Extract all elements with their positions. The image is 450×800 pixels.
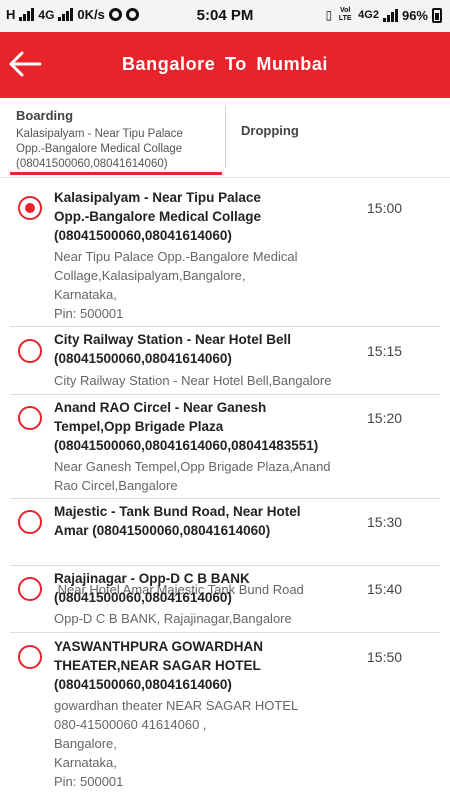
battery-percent: 96% xyxy=(401,7,428,23)
point-time: 15:50 xyxy=(367,649,403,665)
point-address-line: Near Tipu Palace Opp.-Bangalore Medical xyxy=(54,249,298,264)
tab-boarding-selected-line-3: (08041500060,08041614060) xyxy=(16,158,168,170)
point-name-line: City Railway Station - Near Hotel Bell xyxy=(54,332,292,347)
boarding-point-item[interactable]: City Railway Station - Near Hotel Bell (… xyxy=(0,327,450,394)
point-name-line: (08041500060,08041614060) xyxy=(54,228,232,243)
boarding-point-item[interactable]: Anand RAO Circel - Near Ganesh Tempel,Op… xyxy=(0,395,450,498)
point-address-line: Bangalore, xyxy=(54,736,117,751)
point-name-line: (08041500060,08041614060) xyxy=(54,590,232,605)
tab-divider xyxy=(225,106,226,168)
battery-icon xyxy=(432,7,442,23)
radio-button[interactable] xyxy=(18,510,42,534)
point-name-line: YASWANTHPURA GOWARDHAN xyxy=(54,639,264,654)
point-address-line: Opp-D C B BANK, Rajajinagar,Bangalore xyxy=(54,611,292,626)
point-name: Anand RAO Circel - Near Ganesh Tempel,Op… xyxy=(54,398,364,455)
point-time: 15:30 xyxy=(367,514,403,530)
tab-boarding-selected-line-2: Opp.-Bangalore Medical Collage xyxy=(16,143,183,155)
point-tabs: Boarding Kalasipalyam - Near Tipu Palace… xyxy=(0,98,450,178)
radio-button[interactable] xyxy=(18,339,42,363)
point-address: Near Tipu Palace Opp.-Bangalore Medical … xyxy=(54,247,359,323)
point-time: 15:15 xyxy=(367,343,403,359)
point-name-line: (08041500060,08041614060) xyxy=(54,351,232,366)
point-time: 15:20 xyxy=(367,410,403,426)
point-address-line: Pin: 500001 xyxy=(54,306,124,321)
volte-label: Vol LTE xyxy=(338,7,352,22)
point-name-line: Majestic - Tank Bund Road, Near Hotel xyxy=(54,504,301,519)
app-toolbar: Bangalore To Mumbai xyxy=(0,32,450,98)
radio-button[interactable] xyxy=(18,577,42,601)
point-address-line: Pin: 500001 xyxy=(54,774,124,789)
tab-boarding[interactable]: Boarding Kalasipalyam - Near Tipu Palace… xyxy=(0,98,225,174)
boarding-point-item[interactable]: YASWANTHPURA GOWARDHAN THEATER,NEAR SAGA… xyxy=(0,633,450,800)
boarding-point-item[interactable]: Kalasipalyam - Near Tipu Palace Opp.-Ban… xyxy=(0,179,450,326)
point-address: gowardhan theater NEAR SAGAR HOTEL 080-4… xyxy=(54,696,359,791)
signal-icon-3 xyxy=(382,8,398,22)
point-name: Rajajinagar - Opp-D C B BANK (0804150006… xyxy=(54,569,354,607)
point-name-line: THEATER,NEAR SAGAR HOTEL xyxy=(54,658,261,673)
point-address-line: Karnataka, xyxy=(54,755,117,770)
status-bar: H 4G 0K/s 5:04 PM ▯ Vol LTE 4G2 96% xyxy=(0,0,450,32)
point-address-line: 080-41500060 41614060 , xyxy=(54,717,207,732)
point-address: Near Ganesh Tempel,Opp Brigade Plaza,Ana… xyxy=(54,457,359,495)
point-time: 15:00 xyxy=(367,200,403,216)
tab-boarding-label: Boarding xyxy=(16,108,74,123)
radio-button-selected[interactable] xyxy=(18,196,42,220)
point-name-line: Tempel,Opp Brigade Plaza xyxy=(54,419,224,434)
route-title: Bangalore To Mumbai xyxy=(121,54,329,74)
status-right: ▯ Vol LTE 4G2 96% xyxy=(326,7,442,23)
point-name-line: Amar (08041500060,08041614060) xyxy=(54,523,271,538)
point-name-line: Anand RAO Circel - Near Ganesh xyxy=(54,400,267,415)
point-name: Kalasipalyam - Near Tipu Palace Opp.-Ban… xyxy=(54,188,354,245)
vibrate-icon: ▯ xyxy=(325,8,333,22)
network2-label: 4G2 xyxy=(358,9,379,21)
point-name: City Railway Station - Near Hotel Bell (… xyxy=(54,330,354,368)
point-address-line: City Railway Station - Near Hotel Bell,B… xyxy=(54,373,332,388)
point-name-line: (08041500060,08041614060) xyxy=(54,677,232,692)
radio-button[interactable] xyxy=(18,406,42,430)
point-address-line: Near Ganesh Tempel,Opp Brigade Plaza,Ana… xyxy=(54,459,331,474)
radio-button[interactable] xyxy=(18,645,42,669)
point-name-line: Rajajinagar - Opp-D C B BANK xyxy=(54,571,250,586)
point-name-line: Kalasipalyam - Near Tipu Palace xyxy=(54,190,261,205)
point-address: Opp-D C B BANK, Rajajinagar,Bangalore xyxy=(54,609,359,628)
point-name-line: Opp.-Bangalore Medical Collage xyxy=(54,209,262,224)
point-name-line: (08041500060,08041614060,08041483551) xyxy=(54,438,319,453)
point-name: YASWANTHPURA GOWARDHAN THEATER,NEAR SAGA… xyxy=(54,637,354,694)
boarding-point-item[interactable]: Majestic - Tank Bund Road, Near Hotel Am… xyxy=(0,499,450,597)
point-address: City Railway Station - Near Hotel Bell,B… xyxy=(54,371,359,390)
boarding-point-item[interactable]: Rajajinagar - Opp-D C B BANK (0804150006… xyxy=(0,566,450,632)
point-address-line: Collage,Kalasipalyam,Bangalore, xyxy=(54,268,246,283)
point-name: Majestic - Tank Bund Road, Near Hotel Am… xyxy=(54,502,354,540)
tab-boarding-selected-line-1: Kalasipalyam - Near Tipu Palace xyxy=(16,128,183,140)
point-time: 15:40 xyxy=(367,581,403,597)
point-address-line: gowardhan theater NEAR SAGAR HOTEL xyxy=(54,698,299,713)
tab-dropping[interactable]: Dropping xyxy=(241,123,299,138)
point-address-line: Karnataka, xyxy=(54,287,117,302)
tab-active-indicator xyxy=(10,172,222,175)
point-address-line: Rao Circel,Bangalore xyxy=(54,478,178,493)
